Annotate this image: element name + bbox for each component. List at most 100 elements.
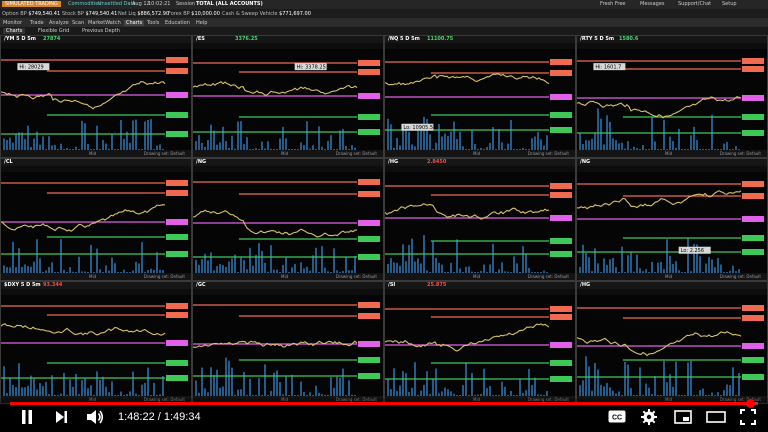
chart-panel[interactable]: /ES 3376.25 Hi: 3378.25 Mid Drawing set: Def… bbox=[192, 35, 384, 158]
volume-bar bbox=[678, 128, 680, 150]
progress-scrubber[interactable] bbox=[745, 399, 755, 408]
volume-bar bbox=[63, 373, 65, 396]
theater-icon[interactable] bbox=[706, 410, 726, 428]
fullscreen-icon[interactable] bbox=[740, 409, 756, 429]
messages-link[interactable]: Messages bbox=[640, 1, 665, 7]
drawing-set-selector[interactable]: Drawing set: Default bbox=[720, 274, 761, 279]
chart-plot[interactable] bbox=[193, 172, 383, 273]
chart-panel[interactable]: /GCMidDrawing set: Default bbox=[192, 281, 384, 404]
price-level-tag bbox=[166, 312, 188, 318]
price-level-tag bbox=[550, 342, 572, 348]
chart-symbol[interactable]: /NG bbox=[580, 159, 590, 165]
chart-plot[interactable] bbox=[193, 295, 383, 396]
chart-symbol[interactable]: /SI bbox=[388, 282, 395, 288]
volume-bar bbox=[594, 362, 596, 396]
next-icon[interactable] bbox=[54, 410, 68, 428]
price-level-tag bbox=[358, 254, 380, 260]
nav-analyze[interactable]: Analyze bbox=[49, 20, 69, 26]
chart-plot[interactable] bbox=[577, 295, 767, 396]
support-chat-link[interactable]: Support/Chat bbox=[678, 1, 711, 7]
volume-bar bbox=[96, 125, 98, 150]
drawing-set-selector[interactable]: Drawing set: Default bbox=[336, 151, 377, 156]
nav-monitor[interactable]: Monitor bbox=[3, 20, 22, 26]
chart-symbol[interactable]: /HG bbox=[388, 159, 398, 165]
volume-bar bbox=[654, 376, 656, 396]
chart-symbol[interactable]: /ES bbox=[196, 36, 205, 42]
chart-panel[interactable]: /CL Mid Drawing set: Default bbox=[0, 158, 192, 281]
chart-symbol[interactable]: /RTY 5 D 5m bbox=[580, 36, 614, 42]
chart-symbol[interactable]: $DXY 5 D 5m bbox=[4, 282, 41, 288]
top-item-1[interactable]: Commodities bbox=[68, 1, 101, 7]
chart-symbol[interactable]: /NG bbox=[196, 159, 206, 165]
chart-symbol[interactable]: /CL bbox=[4, 159, 13, 165]
subtab-previous-depth[interactable]: Previous Depth bbox=[82, 28, 120, 34]
setup-link[interactable]: Setup bbox=[722, 1, 737, 7]
chart-plot[interactable]: Lo: 10905.5 bbox=[385, 49, 575, 150]
cc-icon[interactable]: CC bbox=[608, 410, 626, 427]
chart-panel[interactable]: /HG 2.8450 Mid Drawing set: Default bbox=[384, 158, 576, 281]
nav-tools[interactable]: Tools bbox=[147, 20, 159, 26]
volume-bar bbox=[213, 130, 215, 150]
chart-panel-header: /NG bbox=[193, 159, 383, 166]
chart-plot[interactable]: Hi: 3378.25 bbox=[193, 49, 383, 150]
chart-symbol[interactable]: /YM 5 D 5m bbox=[4, 36, 36, 42]
drawing-set-selector[interactable]: Drawing set: Default bbox=[720, 151, 761, 156]
volume-bar bbox=[465, 363, 467, 396]
volume-bar bbox=[237, 121, 239, 150]
account-selector[interactable]: TOTAL (ALL ACCOUNTS) bbox=[196, 1, 263, 7]
subtab-charts[interactable]: Charts bbox=[3, 28, 26, 34]
drawing-set-selector[interactable]: Drawing set: Default bbox=[144, 151, 185, 156]
chart-plot[interactable] bbox=[385, 172, 575, 273]
nav-marketwatch[interactable]: MarketWatch bbox=[88, 20, 121, 26]
volume-bar bbox=[597, 263, 599, 273]
settings-icon[interactable] bbox=[641, 409, 657, 429]
volume-bar bbox=[219, 264, 221, 273]
miniplayer-icon[interactable] bbox=[674, 410, 692, 428]
chart-symbol[interactable]: /HG bbox=[580, 282, 590, 288]
nav-scan[interactable]: Scan bbox=[72, 20, 84, 26]
main-nav: Monitor Trade Analyze Scan MarketWatch C… bbox=[0, 18, 768, 27]
volume-bar bbox=[717, 258, 719, 273]
chart-panel[interactable]: /SI25.875MidDrawing set: Default bbox=[384, 281, 576, 404]
drawing-set-selector[interactable]: Drawing set: Default bbox=[336, 274, 377, 279]
price-level-tag bbox=[358, 191, 380, 197]
price-level-tag bbox=[742, 58, 764, 64]
chart-footer-center: Mid bbox=[665, 274, 673, 279]
volume-icon[interactable] bbox=[86, 409, 104, 429]
chart-panel[interactable]: /YM 5 D 5m 27874 Hi: 28029 Mid Drawing set: … bbox=[0, 35, 192, 158]
volume-bar bbox=[687, 362, 689, 396]
chart-symbol[interactable]: /GC bbox=[196, 282, 206, 288]
volume-bar bbox=[141, 384, 143, 396]
nav-help[interactable]: Help bbox=[196, 20, 207, 26]
chart-plot[interactable]: Hi: 28029 bbox=[1, 49, 191, 150]
nav-education[interactable]: Education bbox=[165, 20, 190, 26]
chart-panel[interactable]: /NG Mid Drawing set: Default bbox=[192, 158, 384, 281]
volume-bar bbox=[444, 387, 446, 396]
chart-plot[interactable] bbox=[1, 172, 191, 273]
drawing-set-selector[interactable]: Drawing set: Default bbox=[528, 151, 569, 156]
chart-symbol[interactable]: /NQ 5 D 5m bbox=[388, 36, 420, 42]
volume-bar bbox=[408, 244, 410, 273]
chart-plot[interactable]: Hi: 1601.7 bbox=[577, 49, 767, 150]
progress-bar[interactable] bbox=[10, 399, 758, 408]
chart-panel[interactable]: /NG Lo: 2.256 Mid Drawing set: Default bbox=[576, 158, 768, 281]
chart-footer-center: Mid bbox=[89, 151, 97, 156]
price-level-tag bbox=[742, 235, 764, 241]
chart-plot[interactable] bbox=[1, 295, 191, 396]
top-item-2[interactable]: Unsettled Data bbox=[98, 1, 136, 7]
nav-charts[interactable]: Charts bbox=[124, 20, 145, 26]
chart-plot[interactable] bbox=[385, 295, 575, 396]
chart-plot[interactable]: Lo: 2.256 bbox=[577, 172, 767, 273]
price-level-tag bbox=[166, 360, 188, 366]
chart-panel[interactable]: /NQ 5 D 5m 11100.75 Lo: 10905.5 Mid Drawing … bbox=[384, 35, 576, 158]
subtab-flexible-grid[interactable]: Flexible Grid bbox=[38, 28, 69, 34]
chart-panel[interactable]: /HGMidDrawing set: Default bbox=[576, 281, 768, 404]
chart-panel[interactable]: /RTY 5 D 5m 1580.6 Hi: 1601.7 Mid Drawing se… bbox=[576, 35, 768, 158]
chart-panel[interactable]: $DXY 5 D 5m93.344MidDrawing set: Default bbox=[0, 281, 192, 404]
top-right-item-1[interactable]: Fresh Free bbox=[600, 1, 626, 7]
drawing-set-selector[interactable]: Drawing set: Default bbox=[528, 274, 569, 279]
pause-icon[interactable] bbox=[20, 409, 34, 429]
volume-bar bbox=[669, 255, 671, 273]
nav-trade[interactable]: Trade bbox=[30, 20, 44, 26]
drawing-set-selector[interactable]: Drawing set: Default bbox=[144, 274, 185, 279]
